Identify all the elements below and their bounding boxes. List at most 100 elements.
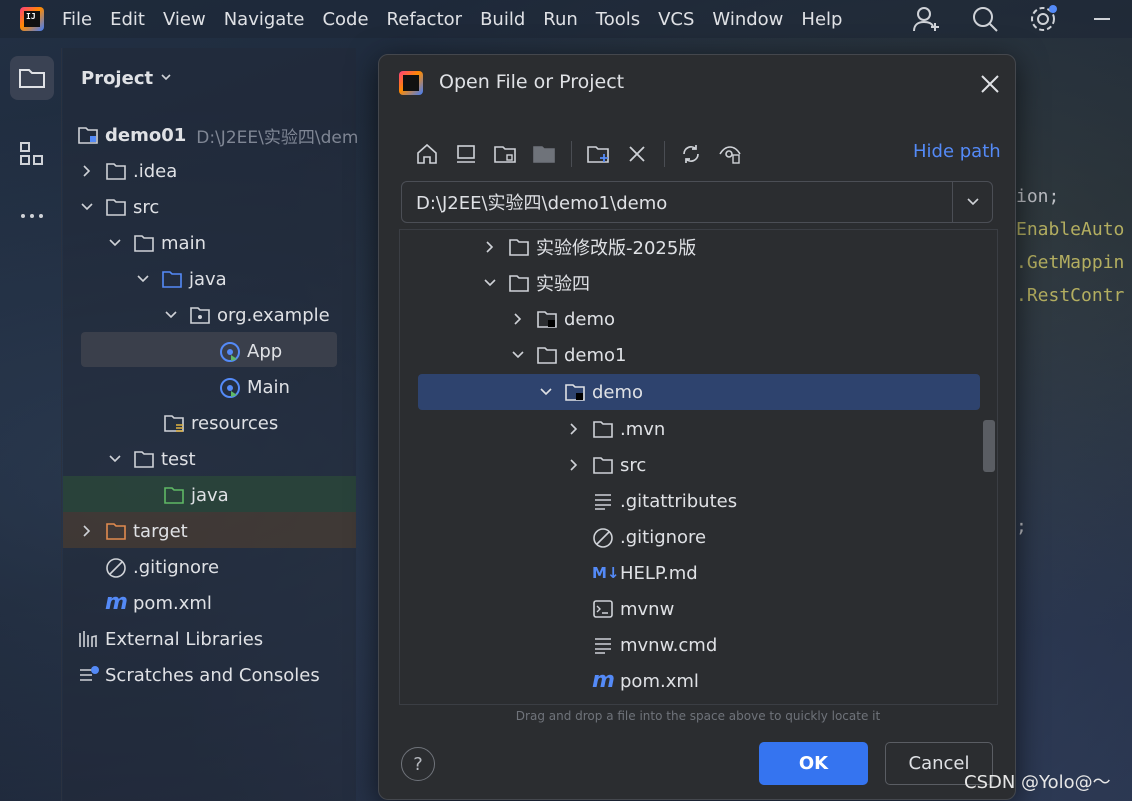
help-button[interactable]: ? (401, 747, 435, 781)
dialog-title: Open File or Project (439, 71, 625, 93)
tree-label: Scratches and Consoles (105, 664, 320, 686)
tree-label: .mvn (620, 418, 666, 440)
desktop-icon[interactable] (454, 142, 478, 166)
scratches-icon (77, 665, 99, 685)
module-folder-icon (564, 382, 586, 402)
tree-row-scratches[interactable]: Scratches and Consoles (77, 658, 320, 692)
path-dropdown-button[interactable] (952, 182, 993, 222)
tree-label: demo1 (564, 344, 627, 366)
chevron-down-icon (105, 233, 125, 253)
selected-row-highlight (81, 332, 337, 367)
tree-row-main-class[interactable]: Main (219, 370, 290, 404)
settings-icon[interactable] (1028, 4, 1058, 34)
project-panel: Project demo01 D:\J2EE\实验四\dem .idea src… (63, 48, 358, 801)
scrollbar-thumb[interactable] (983, 420, 995, 472)
tree-row-test[interactable]: test (105, 442, 196, 476)
search-icon[interactable] (970, 4, 1000, 34)
more-icon[interactable] (10, 194, 54, 238)
watermark: CSDN @Yolo@～ (964, 772, 1111, 793)
folder-icon (536, 345, 558, 365)
file-tree-row-selected[interactable]: demo (536, 375, 643, 409)
file-tree-row[interactable]: .gitattributes (592, 484, 737, 518)
menu-tools[interactable]: Tools (596, 9, 640, 30)
file-tree-row[interactable]: .gitignore (592, 520, 706, 554)
menu-code[interactable]: Code (322, 9, 368, 30)
show-hidden-icon[interactable] (718, 142, 742, 166)
excluded-folder-icon (105, 521, 127, 541)
file-tree[interactable]: 实验修改版-2025版 实验四 demo demo1 demo .mvn src… (399, 229, 998, 705)
package-icon (189, 305, 211, 325)
path-input[interactable] (402, 182, 952, 222)
menu-view[interactable]: View (163, 9, 206, 30)
library-icon (77, 629, 99, 649)
delete-icon[interactable] (625, 142, 649, 166)
tree-label: src (133, 196, 160, 218)
code-line: ; (1016, 516, 1027, 537)
drag-drop-hint: Drag and drop a file into the space abov… (515, 709, 881, 723)
menu-build[interactable]: Build (480, 9, 525, 30)
text-file-icon (592, 491, 614, 511)
menu-help[interactable]: Help (801, 9, 842, 30)
menu-refactor[interactable]: Refactor (387, 9, 463, 30)
tree-row-test-java[interactable]: java (163, 478, 229, 512)
file-tree-row[interactable]: 实验四 (480, 266, 590, 300)
menu-navigate[interactable]: Navigate (224, 9, 305, 30)
file-tree-row[interactable]: 实验修改版-2025版 (480, 230, 696, 264)
tree-row-app[interactable]: App (219, 334, 282, 368)
tree-row-src[interactable]: src (77, 190, 159, 224)
home-icon[interactable] (415, 142, 439, 166)
file-tree-row[interactable]: demo1 (508, 338, 627, 372)
folder-icon (508, 273, 530, 293)
ignore-file-icon (592, 527, 614, 548)
tree-row-idea[interactable]: .idea (77, 154, 177, 188)
project-folder-icon[interactable] (10, 56, 54, 100)
project-title-label: Project (81, 68, 154, 89)
file-tree-row[interactable]: .mvn (564, 412, 665, 446)
file-tree-row[interactable]: mvnw (592, 592, 674, 626)
file-tree-row[interactable]: M↓ HELP.md (592, 556, 698, 590)
chevron-down-icon (133, 269, 153, 289)
code-line: ion; (1016, 186, 1060, 207)
module-directory-icon[interactable] (532, 142, 556, 166)
menu-bar: IJ File Edit View Navigate Code Refactor… (0, 0, 1132, 38)
add-user-icon[interactable] (912, 4, 942, 34)
tree-row-target[interactable]: target (77, 514, 188, 548)
spring-class-icon (219, 377, 241, 398)
tree-row-external-libraries[interactable]: External Libraries (77, 622, 263, 656)
refresh-icon[interactable] (679, 142, 703, 166)
structure-icon[interactable] (10, 132, 54, 176)
ok-button[interactable]: OK (759, 742, 868, 785)
tree-root[interactable]: demo01 D:\J2EE\实验四\dem (77, 118, 358, 152)
file-tree-row[interactable]: src (564, 448, 646, 482)
close-icon[interactable] (979, 73, 1001, 95)
new-folder-icon[interactable] (586, 142, 610, 166)
menu-vcs[interactable]: VCS (658, 9, 694, 30)
project-directory-icon[interactable] (493, 142, 517, 166)
file-tree-row[interactable]: m pom.xml (592, 664, 699, 698)
file-tree-row[interactable]: mvnw.cmd (592, 628, 717, 662)
minimize-icon[interactable] (1094, 18, 1110, 20)
file-tree-row[interactable]: demo (508, 302, 615, 336)
toolbar-separator (571, 141, 572, 167)
tool-window-strip (0, 48, 62, 801)
tree-row-java[interactable]: java (133, 262, 227, 296)
tree-row-org-example[interactable]: org.example (161, 298, 330, 332)
folder-icon (133, 449, 155, 469)
tree-row-pom[interactable]: m pom.xml (105, 586, 212, 620)
menu-edit[interactable]: Edit (110, 9, 145, 30)
menu-run[interactable]: Run (543, 9, 578, 30)
tree-label: demo (592, 381, 644, 403)
dialog-toolbar (415, 139, 757, 169)
path-combobox[interactable] (401, 181, 993, 223)
menu-file[interactable]: File (62, 9, 92, 30)
tree-row-resources[interactable]: resources (163, 406, 278, 440)
project-panel-title[interactable]: Project (81, 68, 173, 89)
menu-window[interactable]: Window (712, 9, 783, 30)
intellij-logo-icon[interactable]: IJ (20, 7, 44, 31)
module-folder-icon (536, 309, 558, 329)
tree-label: External Libraries (105, 628, 264, 650)
tree-row-gitignore[interactable]: .gitignore (105, 550, 219, 584)
tree-row-main[interactable]: main (105, 226, 206, 260)
maven-icon: m (592, 668, 615, 693)
hide-path-link[interactable]: Hide path (913, 141, 1001, 162)
